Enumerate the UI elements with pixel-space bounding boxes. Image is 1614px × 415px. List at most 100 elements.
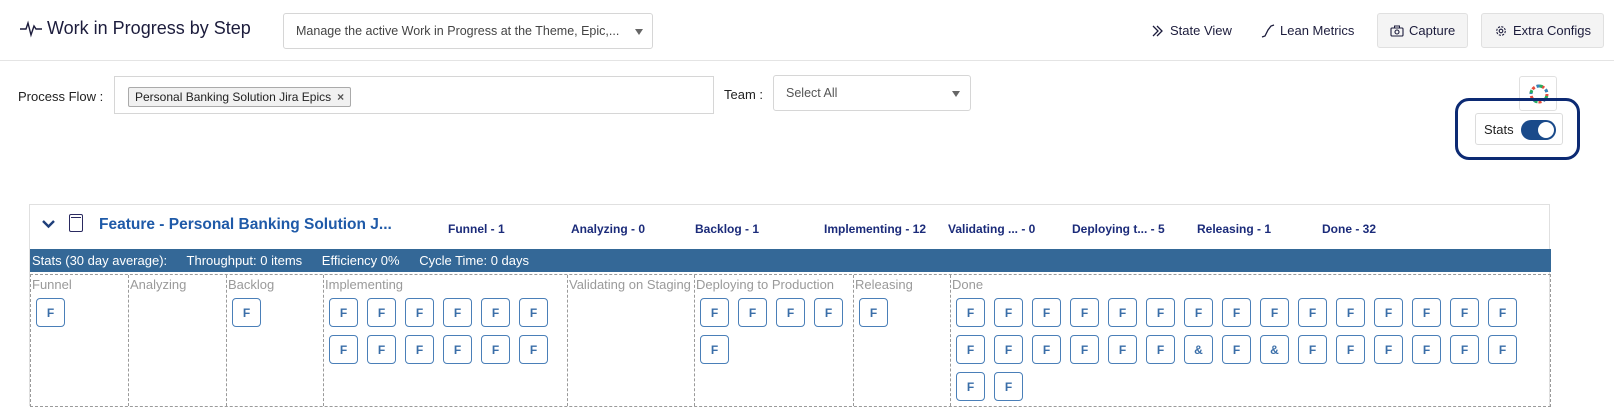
feature-card[interactable]: F (700, 298, 729, 327)
stats-bar: Stats (30 day average): Throughput: 0 it… (30, 249, 1551, 272)
feature-card[interactable]: F (405, 335, 434, 364)
lean-metrics-button[interactable]: Lean Metrics (1249, 13, 1366, 48)
lane-deploying-to-production: Deploying to Production F F F F F (695, 275, 854, 406)
feature-card[interactable]: F (1222, 335, 1251, 364)
title-wrap: Work in Progress by Step (20, 18, 251, 39)
feature-card[interactable]: F (443, 298, 472, 327)
gear-icon (1496, 25, 1506, 36)
lane-cards: FFFFFFFFFFFF (329, 298, 567, 364)
feature-card[interactable]: F (1260, 298, 1289, 327)
lane-title: Implementing (325, 277, 404, 292)
feature-card[interactable]: F (994, 372, 1023, 401)
feature-card[interactable]: F (1298, 298, 1327, 327)
feature-card[interactable]: F (1450, 335, 1479, 364)
extra-configs-button[interactable]: Extra Configs (1481, 13, 1605, 48)
feature-card[interactable]: F (1374, 298, 1403, 327)
feature-card[interactable]: F (1374, 335, 1403, 364)
feature-card[interactable]: F (1032, 335, 1061, 364)
lane-validating-on-staging: Validating on Staging (568, 275, 695, 406)
team-label: Team : (724, 87, 764, 102)
feature-card[interactable]: F (1146, 298, 1175, 327)
feature-card[interactable]: & (1260, 335, 1289, 364)
capture-button[interactable]: Capture (1377, 13, 1469, 48)
feature-card[interactable]: F (1108, 335, 1137, 364)
feature-card[interactable]: F (1184, 298, 1213, 327)
lane-cards: F (859, 298, 950, 327)
stats-toggle-box[interactable]: Stats (1475, 113, 1563, 145)
description-dropdown[interactable]: Manage the active Work in Progress at th… (283, 13, 653, 49)
feature-card[interactable]: F (1336, 298, 1365, 327)
feature-title[interactable]: Feature - Personal Banking Solution J... (99, 216, 392, 234)
feature-card[interactable]: F (443, 335, 472, 364)
feature-card[interactable]: & (1184, 335, 1213, 364)
stats-toggle[interactable] (1521, 120, 1556, 140)
chip-remove-icon[interactable]: × (337, 90, 344, 104)
line-chart-icon (1261, 23, 1275, 38)
feature-card[interactable]: F (1488, 335, 1517, 364)
chevron-down-icon (952, 91, 960, 97)
stats-prefix: Stats (30 day average): (32, 253, 168, 268)
feature-card[interactable]: F (776, 298, 805, 327)
lane-releasing: Releasing F (854, 275, 951, 406)
stats-label: Stats (1484, 122, 1514, 137)
team-select-value: Select All (786, 86, 838, 100)
lane-done: Done F F F F F F F F F F F F F F F F F F F F F & F & F F F F F F F F (951, 275, 1550, 406)
stats-throughput: Throughput: 0 items (186, 253, 303, 268)
feature-card[interactable]: F (36, 298, 65, 327)
feature-card[interactable]: F (814, 298, 843, 327)
step-count-funnel: Funnel - 1 (448, 222, 505, 236)
feature-card[interactable]: F (738, 298, 767, 327)
feature-card[interactable]: F (519, 298, 548, 327)
feature-card[interactable]: F (1412, 335, 1441, 364)
feature-card[interactable]: F (1070, 335, 1099, 364)
feature-card[interactable]: F (956, 335, 985, 364)
feature-card[interactable]: F (329, 335, 358, 364)
step-count-analyzing: Analyzing - 0 (571, 222, 646, 236)
feature-card[interactable]: F (956, 372, 985, 401)
feature-card[interactable]: F (994, 298, 1023, 327)
swimlanes: Funnel F Analyzing Backlog F Implementing F F F F… (30, 274, 1551, 407)
feature-card[interactable]: F (1222, 298, 1251, 327)
feature-card[interactable]: F (367, 335, 396, 364)
document-icon (69, 214, 83, 232)
feature-card[interactable]: F (481, 335, 510, 364)
lane-title: Funnel (32, 277, 72, 292)
feature-card[interactable]: F (1298, 335, 1327, 364)
feature-card[interactable]: F (956, 298, 985, 327)
chip-label: Personal Banking Solution Jira Epics (135, 90, 332, 104)
feature-card[interactable]: F (1070, 298, 1099, 327)
feature-card[interactable]: F (1108, 298, 1137, 327)
page-header: Work in Progress by Step Manage the acti… (0, 0, 1614, 61)
team-select[interactable]: Select All (773, 75, 971, 111)
step-count-backlog: Backlog - 1 (695, 222, 760, 236)
feature-card[interactable]: F (367, 298, 396, 327)
step-count-done: Done - 32 (1322, 222, 1377, 236)
feature-card[interactable]: F (1032, 298, 1061, 327)
feature-card[interactable]: F (1336, 335, 1365, 364)
feature-card[interactable]: F (232, 298, 261, 327)
feature-card[interactable]: F (1412, 298, 1441, 327)
chevron-down-icon[interactable] (42, 217, 55, 230)
lane-analyzing: Analyzing (129, 275, 227, 406)
process-flow-select[interactable]: Personal Banking Solution Jira Epics × (114, 76, 714, 114)
feature-card[interactable]: F (994, 335, 1023, 364)
lane-cards: FFFFF (700, 298, 853, 364)
lane-cards: F (232, 298, 323, 327)
feature-card[interactable]: F (700, 335, 729, 364)
feature-card[interactable]: F (329, 298, 358, 327)
lane-title: Releasing (855, 277, 913, 292)
description-text: Manage the active Work in Progress at th… (296, 24, 620, 38)
feature-card[interactable]: F (519, 335, 548, 364)
feature-panel: Feature - Personal Banking Solution J...… (29, 204, 1551, 407)
step-count-releasing: Releasing - 1 (1197, 222, 1272, 236)
lane-cards: F (36, 298, 128, 327)
page-title: Work in Progress by Step (47, 18, 251, 38)
state-view-button[interactable]: State View (1139, 13, 1244, 48)
feature-card[interactable]: F (481, 298, 510, 327)
lane-title: Deploying to Production (696, 277, 835, 292)
feature-card[interactable]: F (859, 298, 888, 327)
feature-card[interactable]: F (1488, 298, 1517, 327)
feature-card[interactable]: F (1450, 298, 1479, 327)
feature-card[interactable]: F (405, 298, 434, 327)
feature-card[interactable]: F (1146, 335, 1175, 364)
